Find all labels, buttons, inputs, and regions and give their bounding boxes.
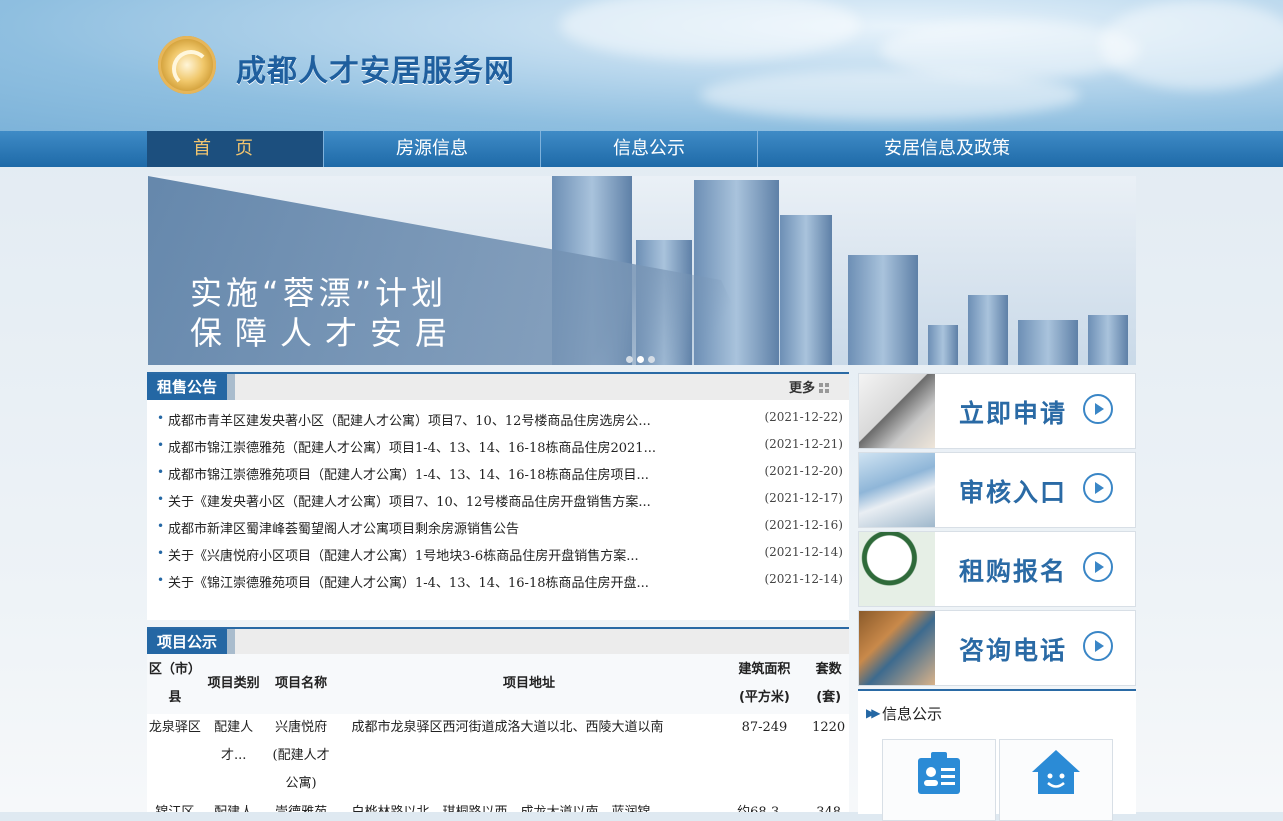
- list-item[interactable]: • 成都市新津区蜀津峰荟蜀望阁人才公寓项目剩余房源销售公告 (2021-12-16): [157, 515, 843, 542]
- double-arrow-icon: ▶▶: [866, 706, 881, 720]
- nav-info-public[interactable]: 信息公示: [541, 131, 758, 167]
- arrow-right-icon: [1083, 473, 1113, 503]
- projects-panel: 项目公示 区（市）县 项目类别 项目名称 项目地址 建筑面积 (平方米) 套数 (套…: [147, 627, 849, 812]
- list-item[interactable]: • 关于《锦江崇德雅苑项目（配建人才公寓）1-4、13、14、16-18栋商品住房…: [157, 569, 843, 596]
- bullet-icon: •: [157, 438, 165, 452]
- paperwork-thumb: [859, 453, 935, 527]
- arrow-right-icon: [1083, 631, 1113, 661]
- bullet-icon: •: [157, 546, 165, 560]
- arrow-right-icon: [1083, 552, 1113, 582]
- carousel-dots: [624, 348, 657, 365]
- col-area: 建筑面积 (平方米): [720, 654, 809, 714]
- hotline-button[interactable]: 咨询电话: [858, 610, 1136, 686]
- bullet-icon: •: [157, 465, 165, 479]
- col-type: 项目类别: [202, 654, 265, 714]
- bullet-icon: •: [157, 519, 165, 533]
- list-item[interactable]: • 关于《建发央著小区（配建人才公寓）项目7、10、12号楼商品住房开盘销售方案.…: [157, 488, 843, 515]
- info-card-id[interactable]: [882, 739, 996, 821]
- nav-policy[interactable]: 安居信息及政策: [758, 131, 1136, 167]
- site-logo[interactable]: [158, 36, 216, 94]
- info-card-home[interactable]: [999, 739, 1113, 821]
- list-item[interactable]: • 成都市青羊区建发央著小区（配建人才公寓）项目7、10、12号楼商品住房选房公.…: [157, 407, 843, 434]
- phone-thumb: [859, 611, 935, 685]
- site-title[interactable]: 成都人才安居服务网: [236, 46, 515, 90]
- carousel-dot-active[interactable]: [637, 356, 644, 363]
- rent-buy-register-button[interactable]: 租购报名: [858, 531, 1136, 607]
- review-entry-button[interactable]: 审核入口: [858, 452, 1136, 528]
- arrow-right-icon: [1083, 394, 1113, 424]
- bullet-icon: •: [157, 573, 165, 587]
- main-nav: 首页 房源信息 信息公示 安居信息及政策: [0, 131, 1283, 167]
- home-icon: [1032, 750, 1080, 794]
- table-header-row: 区（市）县 项目类别 项目名称 项目地址 建筑面积 (平方米) 套数 (套): [147, 654, 849, 714]
- bullet-icon: •: [157, 492, 165, 506]
- col-name: 项目名称: [264, 654, 338, 714]
- more-link[interactable]: 更多: [789, 377, 829, 396]
- carousel-dot[interactable]: [648, 356, 655, 363]
- table-row[interactable]: 龙泉驿区 配建人 才... 兴唐悦府 (配建人才 公寓) 成都市龙泉驿区西河街道成洛大…: [147, 714, 849, 799]
- rental-notices-title: 租售公告: [147, 374, 236, 400]
- table-row[interactable]: 锦江区 配建人 崇德雅苑 白桦林路以北、琪桐路以西、成龙大道以南、蓝润锦... …: [147, 799, 849, 812]
- banner-subheadline: 保障人才安居: [190, 314, 461, 352]
- laptop-thumb: [859, 374, 935, 448]
- site-header: 成都人才安居服务网: [0, 0, 1283, 131]
- projects-table: 区（市）县 项目类别 项目名称 项目地址 建筑面积 (平方米) 套数 (套) 龙泉驿…: [147, 654, 849, 812]
- id-card-icon: [918, 752, 960, 794]
- list-item[interactable]: • 成都市锦江崇德雅苑项目（配建人才公寓）1-4、13、14、16-18栋商品住房…: [157, 461, 843, 488]
- list-item[interactable]: • 成都市锦江崇德雅苑（配建人才公寓）项目1-4、13、14、16-18栋商品住房…: [157, 434, 843, 461]
- col-address: 项目地址: [337, 654, 721, 714]
- col-units: 套数 (套): [808, 654, 849, 714]
- carousel-dot[interactable]: [626, 356, 633, 363]
- banner-carousel[interactable]: 实施“蓉漂”计划 保障人才安居: [148, 176, 1136, 365]
- clock-car-thumb: [859, 532, 935, 606]
- apply-now-button[interactable]: 立即申请: [858, 373, 1136, 449]
- nav-housing[interactable]: 房源信息: [324, 131, 541, 167]
- col-district: 区（市）县: [147, 654, 203, 714]
- projects-title: 项目公示: [147, 629, 236, 655]
- grid-icon: [819, 383, 829, 393]
- info-public-box: ▶▶ 信息公示: [858, 689, 1136, 821]
- rental-notices-panel: 租售公告 更多 • 成都市青羊区建发央著小区（配建人才公寓）项目7、10、12号楼…: [147, 372, 849, 620]
- info-public-title[interactable]: 信息公示: [882, 703, 942, 724]
- bullet-icon: •: [157, 411, 165, 425]
- nav-home[interactable]: 首页: [147, 131, 324, 167]
- list-item[interactable]: • 关于《兴唐悦府小区项目（配建人才公寓）1号地块3-6栋商品住房开盘销售方案..…: [157, 542, 843, 569]
